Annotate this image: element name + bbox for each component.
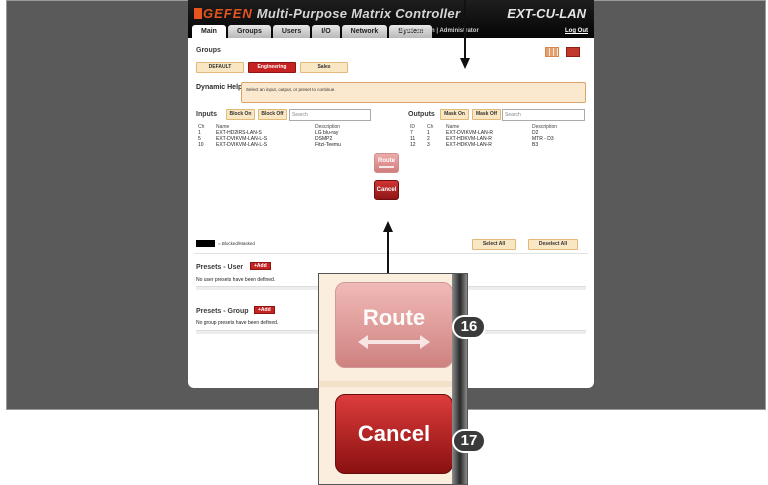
grid-view-icon[interactable] (545, 47, 559, 57)
tab-io[interactable]: I/O (312, 25, 340, 38)
blocked-legend-text: = Blocked/Masked (218, 241, 255, 246)
scroll-stripe (452, 274, 467, 484)
double-arrow-icon (379, 166, 394, 168)
zoom-route-button: Route (335, 282, 453, 368)
user-info: User: admin | Administrator (400, 28, 479, 34)
presets-group-title: Presets - Group (196, 308, 249, 315)
mask-off-button[interactable]: Mask Off (472, 109, 501, 120)
zoom-route-label: Route (362, 305, 426, 330)
blocked-legend-swatch (196, 240, 215, 247)
presets-user-title: Presets - User (196, 264, 244, 271)
zoom-cancel-label: Cancel (357, 421, 431, 446)
callout-badge-16: 16 (452, 315, 486, 339)
divider (319, 381, 467, 387)
cancel-button[interactable]: Cancel (374, 180, 399, 200)
arrow-up-icon (383, 221, 393, 232)
cell-id: 12 (410, 142, 416, 148)
cell-ch: 10 (198, 142, 204, 148)
outputs-title: Outputs (408, 111, 435, 118)
divider (194, 253, 588, 254)
cancel-button-label: Cancel (376, 187, 397, 193)
group-default-button[interactable]: DEFAULT (196, 62, 244, 73)
cell-description: Fitzi-Teemu (315, 142, 341, 148)
block-on-button[interactable]: Block On (226, 109, 255, 120)
logout-link[interactable]: Log Out (565, 28, 588, 34)
main-tabs: Main Groups Users I/O Network System (192, 25, 434, 38)
table-row[interactable]: 10 EXT-DVIKVM-LAN-L-S Fitzi-Teemu (196, 142, 372, 148)
app-title: Multi-Purpose Matrix Controller (256, 6, 461, 21)
mask-on-button[interactable]: Mask On (440, 109, 469, 120)
table-row[interactable]: 12 3 EXT-HDKVM-LAN-R B3 (408, 142, 586, 148)
select-all-button[interactable]: Select All (472, 239, 516, 250)
dynamic-help-label: Dynamic Help: (196, 84, 245, 91)
add-user-preset-button[interactable]: +Add (250, 262, 271, 270)
inputs-search-input[interactable]: Search (289, 109, 371, 121)
cell-ch: 3 (427, 142, 430, 148)
gefen-logo-icon (194, 8, 202, 19)
presets-group-empty: No group presets have been defined. (196, 320, 279, 326)
list-view-icon[interactable] (566, 47, 580, 57)
zoom-cancel-button: Cancel (335, 394, 453, 474)
inputs-title: Inputs (196, 111, 217, 118)
deselect-all-button[interactable]: Deselect All (528, 239, 578, 250)
tab-main[interactable]: Main (192, 25, 226, 38)
callout-arrow-line (387, 230, 389, 274)
callout-badge-17: 17 (452, 429, 486, 453)
brand-name: GEFEN (203, 6, 253, 21)
dynamic-help-box: Select an input, output, or preset to co… (241, 82, 586, 103)
tab-users[interactable]: Users (272, 25, 311, 38)
presets-user-empty: No user presets have been defined. (196, 277, 276, 283)
outputs-search-input[interactable]: Search (502, 109, 585, 121)
tab-groups[interactable]: Groups (227, 25, 271, 38)
device-model: EXT-CU-LAN (507, 6, 586, 21)
group-sales-button[interactable]: Sales (300, 62, 348, 73)
outputs-table: ID Ch Name Description 7 1 EXT-DVIKVM-LA… (408, 124, 586, 148)
block-off-button[interactable]: Block Off (258, 109, 287, 120)
arrow-down-icon (460, 58, 470, 69)
cell-name: EXT-DVIKVM-LAN-L-S (216, 142, 268, 148)
double-arrow-icon (358, 335, 430, 349)
tab-network[interactable]: Network (341, 25, 388, 38)
app-logo: GEFEN Multi-Purpose Matrix Controller (194, 6, 460, 21)
group-engineering-button[interactable]: Engineering (248, 62, 296, 73)
route-button-label: Route (378, 158, 395, 164)
cell-description: B3 (532, 142, 539, 148)
groups-title: Groups (196, 47, 221, 54)
add-group-preset-button[interactable]: +Add (254, 306, 275, 314)
inputs-table: Ch Name Description 1 EXT-HD2IRS-LAN-S L… (196, 124, 372, 148)
route-button[interactable]: Route (374, 153, 399, 173)
header-bar: GEFEN Multi-Purpose Matrix Controller EX… (188, 0, 594, 38)
callout-arrow-line (464, 0, 466, 60)
zoom-callout: Route Cancel (318, 273, 468, 485)
cell-name: EXT-HDKVM-LAN-R (446, 142, 492, 148)
